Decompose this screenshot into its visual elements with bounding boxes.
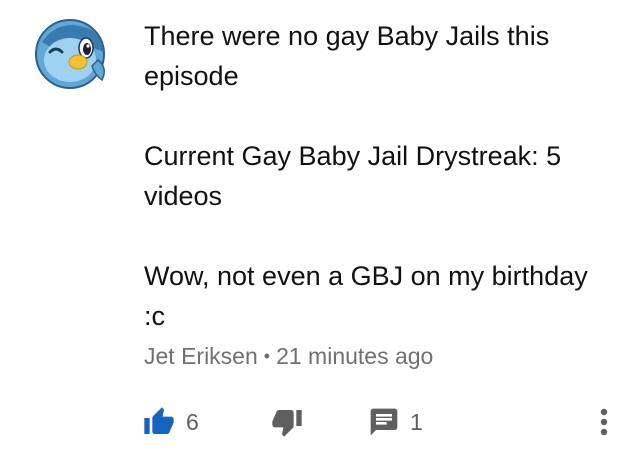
meta-separator: • (263, 346, 271, 366)
like-button[interactable]: 6 (142, 396, 199, 448)
author-name[interactable]: Jet Eriksen (144, 343, 258, 369)
more-options-button[interactable] (594, 396, 614, 448)
thumbs-down-icon (272, 410, 302, 437)
timestamp: 21 minutes ago (276, 343, 434, 369)
like-count: 6 (186, 408, 199, 435)
piplup-avatar-icon (35, 19, 105, 89)
thumbs-up-icon (144, 407, 174, 434)
comment-card: There were no gay Baby Jails this episod… (0, 0, 640, 476)
comment-paragraph: There were no gay Baby Jails this episod… (144, 21, 550, 91)
reply-button[interactable]: 1 (368, 396, 423, 448)
dislike-button[interactable] (270, 396, 304, 448)
comment-icon (370, 408, 398, 436)
more-vertical-icon (600, 408, 608, 436)
comment-paragraph: Current Gay Baby Jail Drystreak: 5 video… (144, 141, 562, 211)
comment-actions: 6 1 (0, 396, 640, 448)
comment-meta: Jet Eriksen • 21 minutes ago (144, 340, 433, 374)
reply-count: 1 (410, 408, 423, 435)
comment-text: There were no gay Baby Jails this episod… (144, 16, 614, 336)
avatar[interactable] (30, 12, 110, 92)
comment-paragraph: Wow, not even a GBJ on my birthday :c (144, 261, 588, 331)
